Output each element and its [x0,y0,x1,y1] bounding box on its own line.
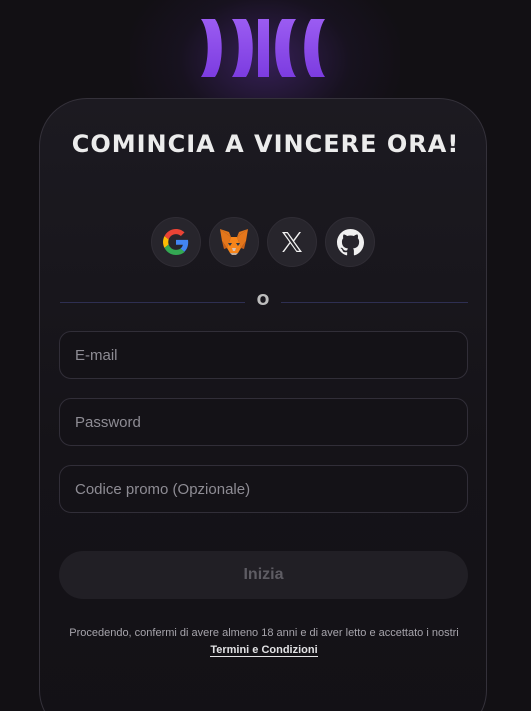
password-input[interactable] [75,413,467,431]
legal-text: Procedendo, confermi di avere almeno 18 … [69,627,459,639]
password-field [59,398,468,446]
metamask-icon [220,229,248,255]
google-icon [163,229,189,255]
start-button[interactable]: Inizia [59,551,468,599]
terms-link[interactable]: Termini e Condizioni [210,644,318,657]
x-login-button[interactable] [267,217,317,267]
divider-text: O [256,291,270,309]
promo-code-input[interactable] [75,480,467,498]
github-login-button[interactable] [325,217,375,267]
google-login-button[interactable] [151,217,201,267]
email-field [59,331,468,379]
github-icon [336,228,364,255]
legal-notice: Procedendo, confermi di avere almeno 18 … [60,625,468,659]
x-icon [282,232,302,252]
promo-field [59,465,468,513]
brand-logo[interactable] [200,19,326,77]
divider-line-left [60,302,245,303]
metamask-login-button[interactable] [209,217,259,267]
divider-line-right [281,302,468,303]
signup-title: COMINCIA A VINCERE ORA! [71,130,460,158]
email-input[interactable] [75,346,467,364]
